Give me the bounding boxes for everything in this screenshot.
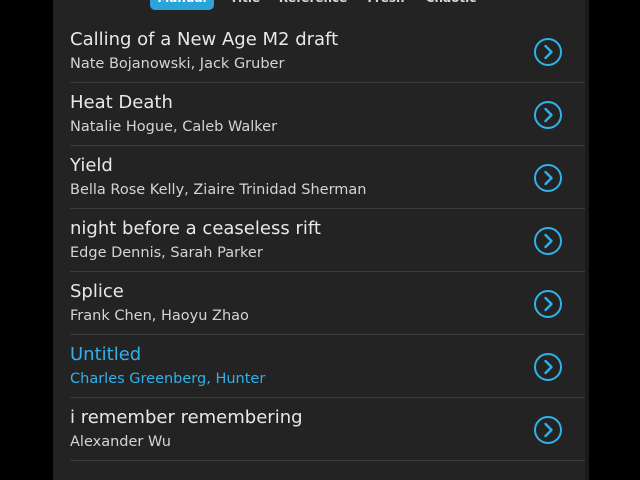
tab-manual[interactable]: Manual	[150, 0, 214, 10]
list-item[interactable]: i remember remembering Alexander Wu	[53, 398, 585, 461]
list-item[interactable]: night before a ceaseless rift Edge Denni…	[53, 209, 585, 272]
chevron-right-circle-icon[interactable]	[533, 352, 563, 382]
item-title: i remember remembering	[70, 407, 303, 428]
item-authors: Alexander Wu	[70, 434, 171, 450]
item-title: Splice	[70, 281, 124, 302]
window-edge	[585, 0, 589, 480]
sort-tab-bar: Manual Title Reference Fresh Chaotic	[53, 0, 585, 10]
chevron-right-circle-icon[interactable]	[533, 163, 563, 193]
chevron-right-circle-icon[interactable]	[533, 289, 563, 319]
tab-title[interactable]: Title	[223, 0, 267, 10]
track-list-panel: Manual Title Reference Fresh Chaotic Cal…	[53, 0, 586, 480]
chevron-right-circle-icon[interactable]	[533, 37, 563, 67]
list-item[interactable]: Splice Frank Chen, Haoyu Zhao	[53, 272, 585, 335]
item-authors: Frank Chen, Haoyu Zhao	[70, 308, 249, 324]
track-list: Calling of a New Age M2 draft Nate Bojan…	[53, 20, 585, 461]
tab-reference[interactable]: Reference	[273, 0, 353, 10]
item-title: Calling of a New Age M2 draft	[70, 29, 339, 50]
item-authors: Natalie Hogue, Caleb Walker	[70, 119, 278, 135]
item-title: Untitled	[70, 344, 142, 365]
chevron-right-circle-icon[interactable]	[533, 226, 563, 256]
row-divider	[70, 460, 585, 461]
item-title: Heat Death	[70, 92, 173, 113]
item-authors: Nate Bojanowski, Jack Gruber	[70, 56, 285, 72]
item-authors: Edge Dennis, Sarah Parker	[70, 245, 263, 261]
chevron-right-circle-icon[interactable]	[533, 415, 563, 445]
tab-fresh[interactable]: Fresh	[360, 0, 412, 10]
tab-chaotic[interactable]: Chaotic	[421, 0, 481, 10]
item-authors: Charles Greenberg, Hunter	[70, 371, 266, 387]
list-item[interactable]: Heat Death Natalie Hogue, Caleb Walker	[53, 83, 585, 146]
item-authors: Bella Rose Kelly, Ziaire Trinidad Sherma…	[70, 182, 367, 198]
list-item[interactable]: Calling of a New Age M2 draft Nate Bojan…	[53, 20, 585, 83]
list-item[interactable]: Yield Bella Rose Kelly, Ziaire Trinidad …	[53, 146, 585, 209]
item-title: night before a ceaseless rift	[70, 218, 321, 239]
list-item-selected[interactable]: Untitled Charles Greenberg, Hunter	[53, 335, 585, 398]
chevron-right-circle-icon[interactable]	[533, 100, 563, 130]
item-title: Yield	[70, 155, 113, 176]
